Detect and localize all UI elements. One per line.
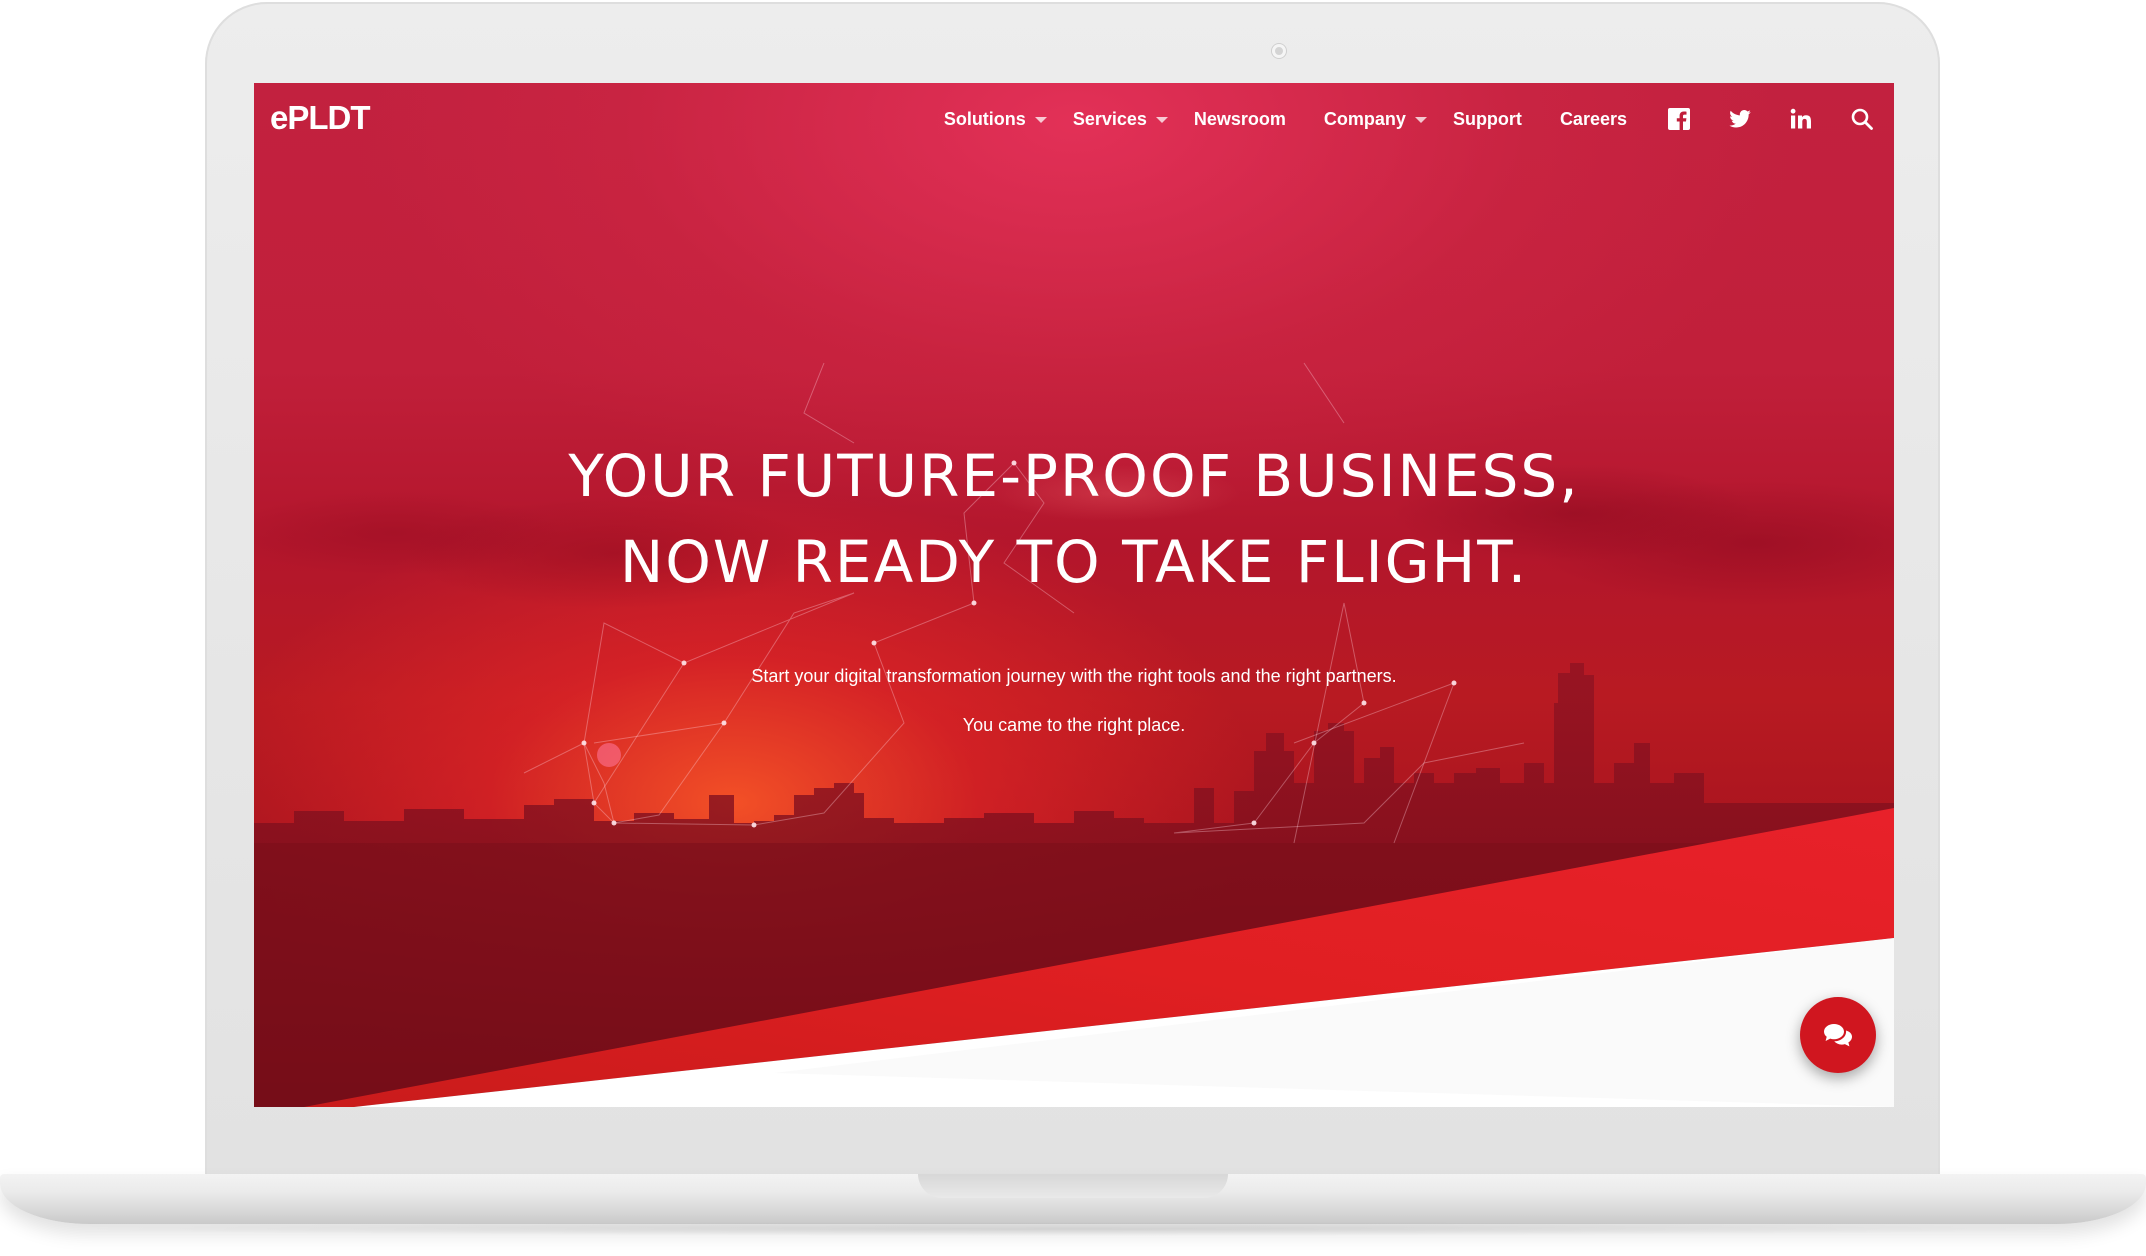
nav-item-company[interactable]: Company xyxy=(1324,109,1427,130)
chat-button[interactable] xyxy=(1800,997,1876,1073)
search-icon[interactable] xyxy=(1850,107,1874,131)
chevron-down-icon xyxy=(1155,117,1168,123)
website-screen: ePLDT Solutions Services Newsroom Compan… xyxy=(254,83,1894,1107)
laptop-mockup: ePLDT Solutions Services Newsroom Compan… xyxy=(0,0,2146,1256)
nav-item-label: Support xyxy=(1452,108,1522,129)
nav-item-label: Solutions xyxy=(943,108,1026,129)
nav-item-newsroom[interactable]: Newsroom xyxy=(1194,109,1286,130)
laptop-shadow xyxy=(60,1222,2086,1236)
nav-item-label: Services xyxy=(1072,108,1147,129)
top-navigation: ePLDT Solutions Services Newsroom Compan… xyxy=(254,83,1894,153)
main-menu: Solutions Services Newsroom Company Supp… xyxy=(944,103,1874,135)
facebook-icon[interactable] xyxy=(1667,107,1691,131)
hero-subtitle: Start your digital transformation journe… xyxy=(751,666,1397,686)
chevron-down-icon xyxy=(1034,117,1047,123)
hero-title: YOUR FUTURE-PROOF BUSINESS, NOW READY TO… xyxy=(254,433,1894,605)
nav-item-label: Careers xyxy=(1559,108,1627,129)
eplt-logo[interactable]: ePLDT xyxy=(270,99,371,137)
hero-tagline: You came to the right place. xyxy=(962,715,1186,735)
nav-item-label: Newsroom xyxy=(1193,108,1286,129)
nav-item-careers[interactable]: Careers xyxy=(1560,109,1627,130)
nav-item-support[interactable]: Support xyxy=(1453,109,1522,130)
linkedin-icon[interactable] xyxy=(1789,107,1813,131)
chat-bubbles-icon xyxy=(1824,1024,1852,1047)
nav-item-label: Company xyxy=(1323,108,1406,129)
social-links xyxy=(1667,107,1874,131)
hero-title-line-1: YOUR FUTURE-PROOF BUSINESS, xyxy=(568,442,1580,510)
nav-item-solutions[interactable]: Solutions xyxy=(944,109,1047,130)
hero-title-line-2: NOW READY TO TAKE FLIGHT. xyxy=(619,528,1529,596)
twitter-icon[interactable] xyxy=(1728,107,1752,131)
camera xyxy=(1272,44,1286,58)
laptop-notch xyxy=(918,1174,1228,1198)
nav-item-services[interactable]: Services xyxy=(1073,109,1168,130)
chevron-down-icon xyxy=(1414,117,1427,123)
